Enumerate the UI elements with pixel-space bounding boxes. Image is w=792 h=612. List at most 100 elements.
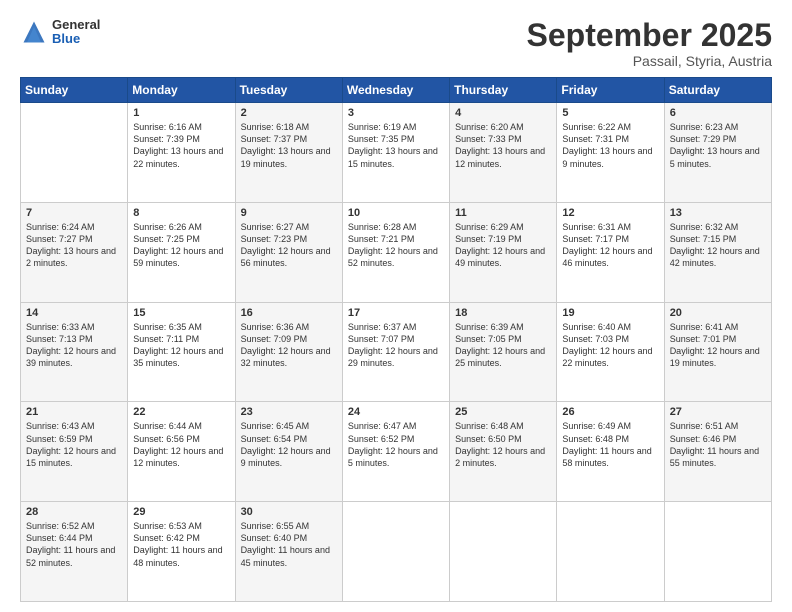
header-cell-friday: Friday <box>557 78 664 103</box>
day-detail: Sunrise: 6:51 AMSunset: 6:46 PMDaylight:… <box>670 420 766 469</box>
day-detail: Sunrise: 6:33 AMSunset: 7:13 PMDaylight:… <box>26 321 122 370</box>
day-detail: Sunrise: 6:20 AMSunset: 7:33 PMDaylight:… <box>455 121 551 170</box>
day-number: 16 <box>241 307 337 319</box>
day-detail: Sunrise: 6:43 AMSunset: 6:59 PMDaylight:… <box>26 420 122 469</box>
day-detail: Sunrise: 6:36 AMSunset: 7:09 PMDaylight:… <box>241 321 337 370</box>
day-detail: Sunrise: 6:55 AMSunset: 6:40 PMDaylight:… <box>241 520 337 569</box>
day-number: 30 <box>241 506 337 518</box>
day-cell: 23Sunrise: 6:45 AMSunset: 6:54 PMDayligh… <box>235 402 342 502</box>
day-number: 21 <box>26 406 122 418</box>
day-cell: 6 Sunrise: 6:23 AMSunset: 7:29 PMDaylight… <box>664 103 771 203</box>
day-detail: Sunrise: 6:27 AMSunset: 7:23 PMDaylight:… <box>241 221 337 270</box>
day-detail: Sunrise: 6:26 AMSunset: 7:25 PMDaylight:… <box>133 221 229 270</box>
day-cell: 21 Sunrise: 6:43 AMSunset: 6:59 PMDayligh… <box>21 402 128 502</box>
day-cell: 7Sunrise: 6:24 AMSunset: 7:27 PMDaylight… <box>21 202 128 302</box>
day-number: 11 <box>455 207 551 219</box>
day-detail: Sunrise: 6:39 AMSunset: 7:05 PMDaylight:… <box>455 321 551 370</box>
day-detail: Sunrise: 6:45 AMSunset: 6:54 PMDaylight:… <box>241 420 337 469</box>
day-detail: Sunrise: 6:31 AMSunset: 7:17 PMDaylight:… <box>562 221 658 270</box>
week-row-0: 1 Sunrise: 6:16 AMSunset: 7:39 PMDaylight… <box>21 103 772 203</box>
day-cell <box>557 502 664 602</box>
location: Passail, Styria, Austria <box>527 53 772 69</box>
header-row: SundayMondayTuesdayWednesdayThursdayFrid… <box>21 78 772 103</box>
day-number: 6 <box>670 107 766 119</box>
day-detail: Sunrise: 6:23 AMSunset: 7:29 PMDaylight:… <box>670 121 766 170</box>
day-number: 20 <box>670 307 766 319</box>
day-detail: Sunrise: 6:35 AMSunset: 7:11 PMDaylight:… <box>133 321 229 370</box>
header-cell-monday: Monday <box>128 78 235 103</box>
day-detail: Sunrise: 6:29 AMSunset: 7:19 PMDaylight:… <box>455 221 551 270</box>
day-detail: Sunrise: 6:16 AMSunset: 7:39 PMDaylight:… <box>133 121 229 170</box>
title-block: September 2025 Passail, Styria, Austria <box>527 18 772 69</box>
header-cell-thursday: Thursday <box>450 78 557 103</box>
day-detail: Sunrise: 6:49 AMSunset: 6:48 PMDaylight:… <box>562 420 658 469</box>
month-title: September 2025 <box>527 18 772 53</box>
day-detail: Sunrise: 6:47 AMSunset: 6:52 PMDaylight:… <box>348 420 444 469</box>
day-cell: 19 Sunrise: 6:40 AMSunset: 7:03 PMDayligh… <box>557 302 664 402</box>
day-detail: Sunrise: 6:52 AMSunset: 6:44 PMDaylight:… <box>26 520 122 569</box>
calendar-table: SundayMondayTuesdayWednesdayThursdayFrid… <box>20 77 772 602</box>
day-cell: 25 Sunrise: 6:48 AMSunset: 6:50 PMDayligh… <box>450 402 557 502</box>
day-number: 26 <box>562 406 658 418</box>
week-row-3: 21 Sunrise: 6:43 AMSunset: 6:59 PMDayligh… <box>21 402 772 502</box>
day-cell: 26 Sunrise: 6:49 AMSunset: 6:48 PMDayligh… <box>557 402 664 502</box>
day-cell: 22 Sunrise: 6:44 AMSunset: 6:56 PMDayligh… <box>128 402 235 502</box>
day-cell: 14 Sunrise: 6:33 AMSunset: 7:13 PMDayligh… <box>21 302 128 402</box>
day-detail: Sunrise: 6:32 AMSunset: 7:15 PMDaylight:… <box>670 221 766 270</box>
day-number: 25 <box>455 406 551 418</box>
day-number: 13 <box>670 207 766 219</box>
day-cell: 8 Sunrise: 6:26 AMSunset: 7:25 PMDaylight… <box>128 202 235 302</box>
day-cell <box>342 502 449 602</box>
day-cell: 27Sunrise: 6:51 AMSunset: 6:46 PMDayligh… <box>664 402 771 502</box>
day-number: 9 <box>241 207 337 219</box>
day-detail: Sunrise: 6:19 AMSunset: 7:35 PMDaylight:… <box>348 121 444 170</box>
day-cell: 13 Sunrise: 6:32 AMSunset: 7:15 PMDayligh… <box>664 202 771 302</box>
day-cell: 4 Sunrise: 6:20 AMSunset: 7:33 PMDaylight… <box>450 103 557 203</box>
day-number: 14 <box>26 307 122 319</box>
week-row-2: 14 Sunrise: 6:33 AMSunset: 7:13 PMDayligh… <box>21 302 772 402</box>
day-number: 7 <box>26 207 122 219</box>
day-detail: Sunrise: 6:40 AMSunset: 7:03 PMDaylight:… <box>562 321 658 370</box>
week-row-4: 28Sunrise: 6:52 AMSunset: 6:44 PMDayligh… <box>21 502 772 602</box>
day-number: 15 <box>133 307 229 319</box>
day-number: 5 <box>562 107 658 119</box>
day-cell: 24Sunrise: 6:47 AMSunset: 6:52 PMDayligh… <box>342 402 449 502</box>
week-row-1: 7Sunrise: 6:24 AMSunset: 7:27 PMDaylight… <box>21 202 772 302</box>
day-detail: Sunrise: 6:53 AMSunset: 6:42 PMDaylight:… <box>133 520 229 569</box>
day-detail: Sunrise: 6:18 AMSunset: 7:37 PMDaylight:… <box>241 121 337 170</box>
day-number: 3 <box>348 107 444 119</box>
day-number: 19 <box>562 307 658 319</box>
day-detail: Sunrise: 6:28 AMSunset: 7:21 PMDaylight:… <box>348 221 444 270</box>
day-cell: 30 Sunrise: 6:55 AMSunset: 6:40 PMDayligh… <box>235 502 342 602</box>
logo: General Blue <box>20 18 100 47</box>
day-number: 12 <box>562 207 658 219</box>
day-number: 17 <box>348 307 444 319</box>
day-cell: 29 Sunrise: 6:53 AMSunset: 6:42 PMDayligh… <box>128 502 235 602</box>
day-cell: 3 Sunrise: 6:19 AMSunset: 7:35 PMDaylight… <box>342 103 449 203</box>
header-cell-sunday: Sunday <box>21 78 128 103</box>
day-number: 8 <box>133 207 229 219</box>
day-number: 2 <box>241 107 337 119</box>
header: General Blue September 2025 Passail, Sty… <box>20 18 772 69</box>
header-cell-saturday: Saturday <box>664 78 771 103</box>
day-cell: 15 Sunrise: 6:35 AMSunset: 7:11 PMDayligh… <box>128 302 235 402</box>
day-number: 18 <box>455 307 551 319</box>
day-cell: 12 Sunrise: 6:31 AMSunset: 7:17 PMDayligh… <box>557 202 664 302</box>
day-cell <box>664 502 771 602</box>
logo-blue: Blue <box>52 32 100 46</box>
day-detail: Sunrise: 6:37 AMSunset: 7:07 PMDaylight:… <box>348 321 444 370</box>
calendar-header: SundayMondayTuesdayWednesdayThursdayFrid… <box>21 78 772 103</box>
day-cell: 20Sunrise: 6:41 AMSunset: 7:01 PMDayligh… <box>664 302 771 402</box>
day-cell: 28Sunrise: 6:52 AMSunset: 6:44 PMDayligh… <box>21 502 128 602</box>
day-cell: 5Sunrise: 6:22 AMSunset: 7:31 PMDaylight… <box>557 103 664 203</box>
day-cell: 16 Sunrise: 6:36 AMSunset: 7:09 PMDayligh… <box>235 302 342 402</box>
day-number: 22 <box>133 406 229 418</box>
day-cell: 17 Sunrise: 6:37 AMSunset: 7:07 PMDayligh… <box>342 302 449 402</box>
day-detail: Sunrise: 6:44 AMSunset: 6:56 PMDaylight:… <box>133 420 229 469</box>
day-cell: 2 Sunrise: 6:18 AMSunset: 7:37 PMDaylight… <box>235 103 342 203</box>
day-detail: Sunrise: 6:48 AMSunset: 6:50 PMDaylight:… <box>455 420 551 469</box>
day-cell <box>21 103 128 203</box>
day-number: 1 <box>133 107 229 119</box>
day-number: 29 <box>133 506 229 518</box>
day-number: 4 <box>455 107 551 119</box>
